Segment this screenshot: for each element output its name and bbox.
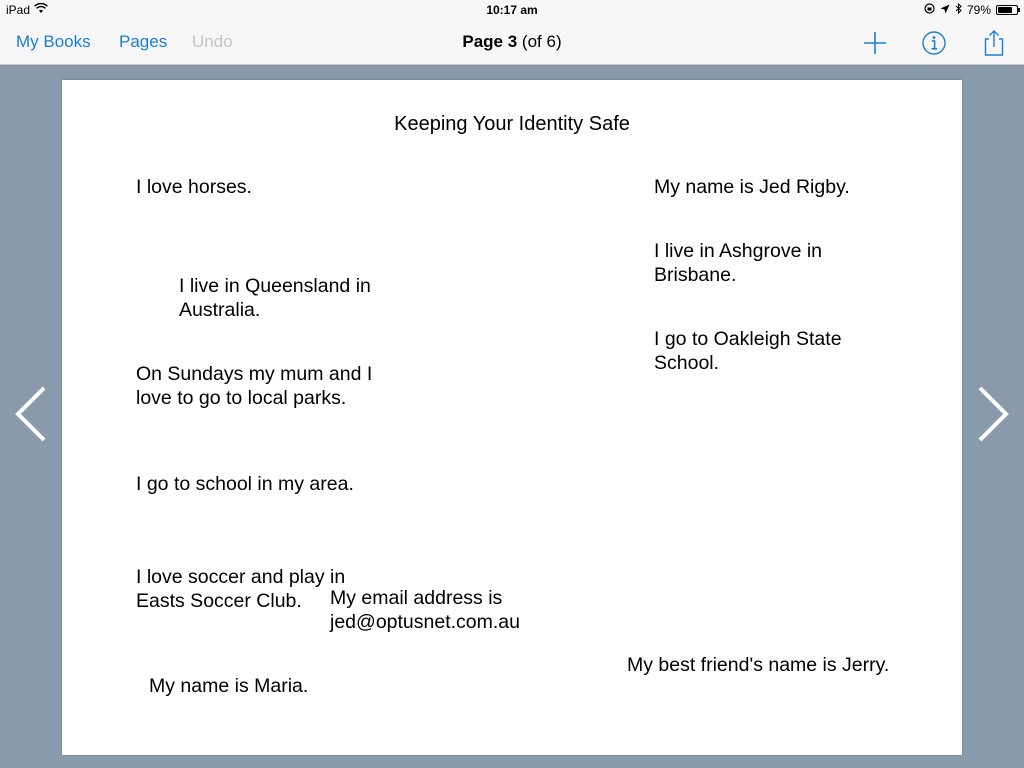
page-count: (of 6) <box>521 32 562 51</box>
battery-tip <box>1018 8 1020 12</box>
plus-icon[interactable] <box>860 28 890 58</box>
text-box-best-friend[interactable]: My best friend's name is Jerry. <box>627 653 889 677</box>
text-box-queensland[interactable]: I live in Queensland in Australia. <box>179 274 371 322</box>
text-box-soccer[interactable]: I love soccer and play in Easts Soccer C… <box>136 565 345 613</box>
text-box-name-jed[interactable]: My name is Jed Rigby. <box>654 175 850 199</box>
status-time: 10:17 am <box>486 3 538 17</box>
battery-fill <box>998 7 1013 13</box>
text-box-oakleigh[interactable]: I go to Oakleigh State School. <box>654 327 842 375</box>
status-bar: iPad 10:17 am 79% <box>0 0 1024 20</box>
orientation-lock-icon <box>924 3 935 17</box>
text-box-sundays[interactable]: On Sundays my mum and I love to go to lo… <box>136 362 372 410</box>
location-icon <box>940 3 950 17</box>
battery-icon <box>996 5 1020 15</box>
text-box-school-area[interactable]: I go to school in my area. <box>136 472 354 496</box>
chevron-right-icon[interactable] <box>976 385 1012 443</box>
battery-percent: 79% <box>966 3 991 17</box>
text-box-ashgrove[interactable]: I live in Ashgrove in Brisbane. <box>654 239 822 287</box>
text-box-horses[interactable]: I love horses. <box>136 175 252 199</box>
text-box-name-maria[interactable]: My name is Maria. <box>149 674 308 698</box>
page-title: Keeping Your Identity Safe <box>394 113 630 135</box>
text-box-email[interactable]: My email address is jed@optusnet.com.au <box>330 586 520 634</box>
share-icon[interactable] <box>979 28 1009 58</box>
page-label: Page 3 <box>462 32 518 51</box>
info-icon[interactable] <box>919 28 949 58</box>
book-page: Keeping Your Identity Safe I love horses… <box>62 80 962 755</box>
status-right: 79% <box>924 2 1020 17</box>
bluetooth-icon <box>955 2 962 17</box>
chevron-left-icon[interactable] <box>12 385 48 443</box>
nav-bar: My Books Pages Undo Page 3 (of 6) <box>0 20 1024 65</box>
